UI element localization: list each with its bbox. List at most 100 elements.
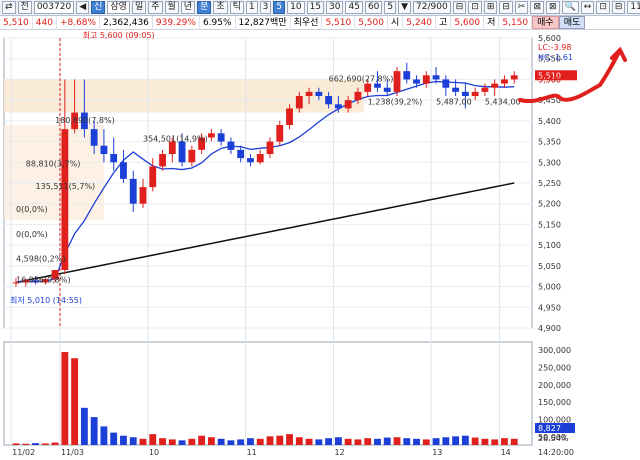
volume-bar[interactable]	[295, 437, 303, 445]
volume-bar[interactable]	[71, 358, 79, 445]
volume-bar[interactable]	[256, 438, 264, 445]
volume-bar[interactable]	[432, 438, 440, 445]
volume-bar[interactable]	[51, 442, 59, 445]
volume-bar[interactable]	[461, 435, 469, 445]
toolbar-item-8[interactable]: 월	[164, 1, 179, 14]
toolbar-item-33[interactable]: ⊡	[596, 1, 610, 14]
volume-bar[interactable]	[442, 437, 450, 445]
toolbar-item-34[interactable]: ⊟	[611, 1, 626, 14]
volume-bar[interactable]	[325, 438, 333, 445]
candle-body[interactable]	[413, 79, 420, 84]
volume-bar[interactable]	[413, 438, 420, 445]
volume-bar[interactable]	[452, 436, 460, 445]
candle-body[interactable]	[344, 100, 352, 109]
candle-body[interactable]	[432, 75, 440, 80]
candle-body[interactable]	[481, 87, 489, 92]
candle-body[interactable]	[422, 75, 430, 84]
toolbar-item-32[interactable]: ↔	[580, 1, 595, 14]
volume-bar[interactable]	[207, 437, 215, 445]
volume-bar[interactable]	[32, 443, 39, 445]
toolbar-item-3[interactable]: ◀	[76, 1, 90, 14]
candle-body[interactable]	[266, 141, 274, 154]
candle-body[interactable]	[315, 91, 323, 96]
candle-body[interactable]	[510, 75, 518, 80]
candlestick-chart[interactable]: 5,6005,5505,5005,4505,4005,3505,3005,250…	[0, 30, 640, 460]
candle-body[interactable]	[227, 141, 235, 150]
candle-body[interactable]	[159, 154, 166, 167]
candle-body[interactable]	[383, 87, 391, 92]
volume-bar[interactable]	[354, 439, 362, 445]
toolbar-item-31[interactable]: 🔍	[561, 1, 579, 14]
volume-bar[interactable]	[61, 352, 69, 445]
candle-body[interactable]	[286, 108, 293, 125]
volume-bar[interactable]	[120, 435, 127, 445]
volume-bar[interactable]	[393, 437, 401, 445]
toolbar-item-11[interactable]: 초	[213, 1, 228, 14]
toolbar-item-16[interactable]: 10	[287, 1, 305, 14]
volume-bar[interactable]	[247, 438, 254, 445]
volume-bar[interactable]	[198, 435, 206, 445]
volume-bar[interactable]	[12, 443, 20, 445]
candle-body[interactable]	[129, 178, 137, 204]
volume-bar[interactable]	[188, 438, 196, 445]
candle-body[interactable]	[374, 83, 381, 88]
buy-button[interactable]: 매수	[532, 16, 559, 29]
toolbar-item-17[interactable]: 15	[306, 1, 325, 14]
volume-bar[interactable]	[491, 439, 499, 445]
volume-bar[interactable]	[364, 438, 372, 445]
volume-bar[interactable]	[149, 434, 157, 445]
toolbar-item-23[interactable]: 72/900	[413, 1, 451, 14]
volume-bar[interactable]	[237, 439, 245, 445]
toolbar-item-29[interactable]: ⊠	[530, 1, 544, 14]
volume-bar[interactable]	[41, 443, 49, 445]
toolbar-item-7[interactable]: 주	[148, 1, 163, 14]
toolbar-item-26[interactable]: ⊞	[483, 1, 498, 14]
candle-body[interactable]	[461, 91, 469, 96]
toolbar-item-35[interactable]: 11/03	[627, 1, 640, 14]
candle-body[interactable]	[354, 91, 362, 101]
candle-body[interactable]	[149, 166, 157, 188]
volume-bar[interactable]	[110, 432, 118, 445]
volume-bar[interactable]	[334, 437, 342, 445]
toolbar-item-1[interactable]: 전	[17, 1, 32, 14]
toolbar-item-14[interactable]: 3	[259, 1, 272, 14]
candle-body[interactable]	[452, 87, 460, 92]
candle-body[interactable]	[217, 133, 225, 142]
candle-body[interactable]	[334, 104, 342, 109]
volume-bar[interactable]	[129, 437, 137, 445]
toolbar-item-21[interactable]: 5	[384, 1, 397, 14]
candle-body[interactable]	[364, 83, 372, 92]
toolbar-item-20[interactable]: 60	[364, 1, 383, 14]
sell-button[interactable]: 매도	[558, 16, 586, 29]
candle-body[interactable]	[61, 129, 69, 270]
volume-bar[interactable]	[374, 438, 381, 445]
volume-bar[interactable]	[305, 438, 313, 445]
toolbar-item-2[interactable]: 003720	[33, 1, 75, 14]
volume-bar[interactable]	[100, 426, 108, 445]
candle-body[interactable]	[403, 71, 411, 80]
candle-body[interactable]	[139, 187, 147, 204]
toolbar-item-12[interactable]: 틱	[229, 1, 244, 14]
volume-bar[interactable]	[422, 439, 430, 445]
candle-body[interactable]	[305, 91, 313, 96]
volume-bar[interactable]	[315, 439, 323, 445]
toolbar-item-6[interactable]: 일	[131, 1, 147, 14]
toolbar-item-27[interactable]: ⊟	[499, 1, 513, 14]
volume-bar[interactable]	[266, 436, 274, 445]
toolbar-item-4[interactable]: 신	[91, 1, 106, 14]
toolbar-item-30[interactable]: ⊠	[546, 1, 560, 14]
toolbar-item-13[interactable]: 1	[245, 1, 258, 14]
toolbar-item-9[interactable]: 년	[180, 1, 196, 14]
candle-body[interactable]	[442, 79, 450, 88]
candle-body[interactable]	[276, 125, 284, 142]
volume-bar[interactable]	[80, 407, 88, 445]
volume-bar[interactable]	[510, 438, 518, 445]
toolbar-item-0[interactable]: ⇄	[2, 1, 16, 14]
candle-body[interactable]	[295, 96, 303, 109]
volume-bar[interactable]	[139, 438, 147, 445]
candle-body[interactable]	[188, 149, 196, 163]
toolbar-item-28[interactable]: ✂	[514, 1, 529, 14]
candle-body[interactable]	[491, 83, 499, 88]
volume-bar[interactable]	[276, 435, 284, 445]
candle-body[interactable]	[247, 158, 254, 163]
